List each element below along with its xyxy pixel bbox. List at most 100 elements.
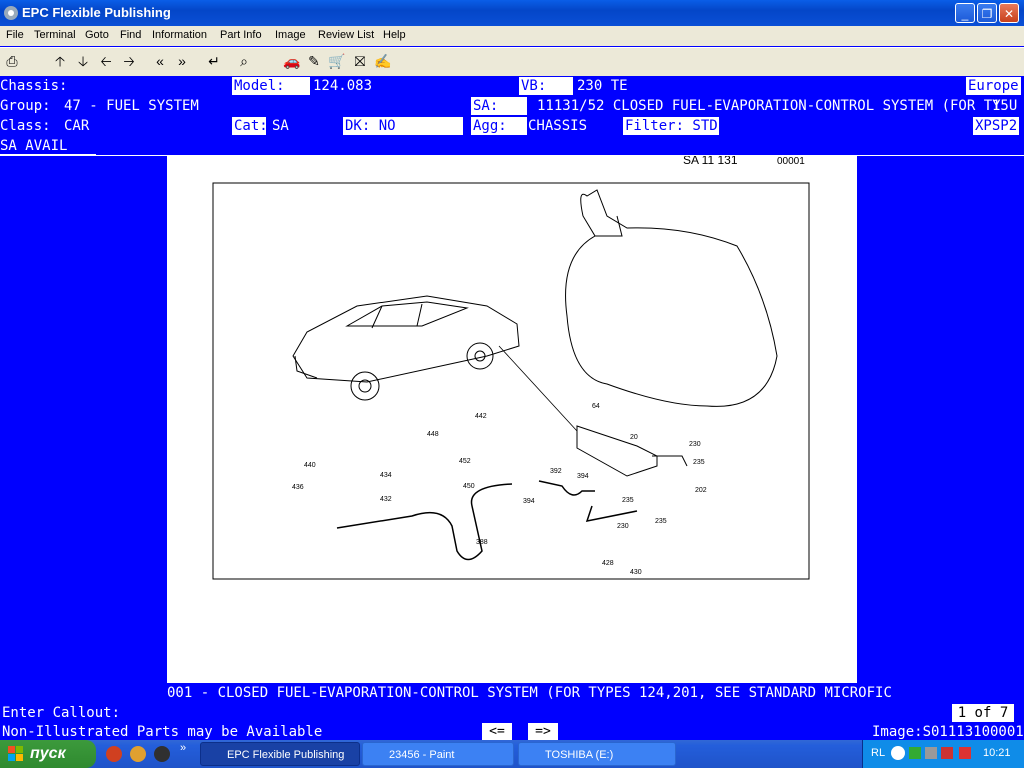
callout-392[interactable]: 392 [550,468,562,475]
model-value: 124.083 [313,78,373,94]
sheet-ref: SA 11 131 [683,156,738,167]
double-left-icon[interactable]: « [150,51,170,71]
class-label: Class: [0,118,51,134]
callout-230[interactable]: 230 [689,441,701,448]
menu-image[interactable]: Image [275,29,306,41]
menu-information[interactable]: Information [152,29,207,41]
language-indicator[interactable]: RL [871,747,885,759]
arrow-up-icon[interactable]: 🡡 [50,51,70,71]
callout-452[interactable]: 452 [459,458,471,465]
vb-label: VB: [519,77,573,95]
vehicle-header: Chassis: WDB124083 Model: 124.083 VB: 23… [0,76,1024,156]
callout-labels[interactable]: 64 20 230 235 202 442 448 452 450 440 43… [292,403,707,576]
task-paint[interactable]: 23456 - Paint [362,742,514,766]
tray-network-icon[interactable] [909,747,921,759]
chassis-label: Chassis: [0,78,68,94]
edit-list-icon[interactable]: ✍ [373,51,393,71]
callout-448[interactable]: 448 [427,431,439,438]
callout-430[interactable]: 430 [630,569,642,576]
callout-230b[interactable]: 230 [617,523,629,530]
prev-page-button[interactable]: <= [482,723,512,740]
car-illustration [292,295,520,401]
clock[interactable]: 10:21 [983,747,1011,759]
tray-antivirus-icon[interactable] [959,747,971,759]
arrow-left-icon[interactable]: 🡠 [96,51,116,71]
callout-202[interactable]: 202 [695,487,707,494]
callout-394b[interactable]: 394 [523,498,535,505]
task-epc[interactable]: EPC Flexible Publishing [200,742,360,766]
windows-taskbar: пуск » EPC Flexible Publishing 23456 - P… [0,740,1024,768]
vehicle-icon[interactable]: 🚗 [282,51,302,71]
group-label: Group: [0,98,51,114]
callout-436[interactable]: 436 [292,484,304,491]
callout-235b[interactable]: 235 [622,497,634,504]
menu-terminal[interactable]: Terminal [34,29,76,41]
windows-logo-icon [8,746,23,761]
arrow-right-icon[interactable]: 🡢 [119,51,139,71]
agg-label: Agg: [471,117,527,135]
callout-64[interactable]: 64 [592,403,600,410]
menu-bar: File Terminal Goto Find Information Part… [0,26,1024,46]
maximize-button[interactable]: ❐ [977,3,997,23]
menu-file[interactable]: File [6,29,24,41]
leader-line [498,345,578,432]
quicklaunch-media-icon[interactable] [154,746,170,762]
callout-450[interactable]: 450 [463,483,475,490]
diagram-drawing: SA 11 131 00001 64 20 230 235 202 442 44… [212,153,810,580]
callout-235[interactable]: 235 [693,459,705,466]
fuel-tank-illustration [565,189,778,407]
cart-remove-icon[interactable]: ⛝ [350,51,370,71]
search-icon[interactable]: ⌕ [234,51,254,71]
window-titlebar[interactable]: EPC Flexible Publishing _ ❐ ✕ [0,0,1024,26]
cat-value: SA [272,118,289,134]
close-button[interactable]: ✕ [999,3,1019,23]
callout-235c[interactable]: 235 [655,518,667,525]
minimize-button[interactable]: _ [955,3,975,23]
arrow-down-icon[interactable]: 🡣 [73,51,93,71]
chassis-value: WDB124083 [64,78,140,94]
callout-428[interactable]: 428 [602,560,614,567]
double-right-icon[interactable]: » [172,51,192,71]
parts-diagram[interactable]: SA 11 131 00001 64 20 230 235 202 442 44… [167,153,857,683]
menu-review-list[interactable]: Review List [318,29,374,41]
quicklaunch-more-icon[interactable]: » [180,742,186,754]
task-toshiba[interactable]: TOSHIBA (E:) [518,742,676,766]
diagram-caption: 001 - CLOSED FUEL-EVAPORATION-CONTROL SY… [167,685,892,701]
callout-prompt[interactable]: Enter Callout: [2,705,120,721]
cat-label: Cat: [232,117,268,135]
callout-388[interactable]: 388 [476,539,488,546]
tray-expand-icon[interactable] [891,746,905,760]
menu-help[interactable]: Help [383,29,406,41]
filter-field[interactable]: Filter: STD [623,117,719,135]
app-icon [4,6,18,20]
menu-part-info[interactable]: Part Info [220,29,262,41]
quicklaunch-opera-icon[interactable] [106,746,122,762]
quicklaunch-app-icon[interactable] [130,746,146,762]
callout-442[interactable]: 442 [475,413,487,420]
return-icon[interactable]: ↵ [204,51,224,71]
menu-find[interactable]: Find [120,29,141,41]
group-value: 47 - FUEL SYSTEM [64,98,199,114]
print-icon[interactable]: ⎙ [2,51,22,71]
next-page-button[interactable]: => [528,723,558,740]
hoses-illustration [336,480,638,561]
callout-434[interactable]: 434 [380,472,392,479]
model-label: Model: [232,77,310,95]
callout-440[interactable]: 440 [304,462,316,469]
notepad-icon[interactable]: ✎ [304,51,324,71]
class-value: CAR [64,118,90,134]
code-label: XPSP2 [973,117,1020,135]
tray-ati-icon[interactable] [941,747,953,759]
drawing-frame [212,182,810,580]
sa-label: SA: [471,97,527,115]
callout-20[interactable]: 20 [630,434,638,441]
start-button[interactable]: пуск [0,740,96,768]
cart-icon[interactable]: 🛒 [327,51,347,71]
sa-avail-label: SA AVAIL [0,138,68,154]
tray-volume-icon[interactable] [925,747,937,759]
image-reference: Image:S01113100001 [872,724,1024,740]
callout-432[interactable]: 432 [380,496,392,503]
menu-goto[interactable]: Goto [85,29,109,41]
callout-394[interactable]: 394 [577,473,589,480]
vb-value: 230 TE [577,78,628,94]
